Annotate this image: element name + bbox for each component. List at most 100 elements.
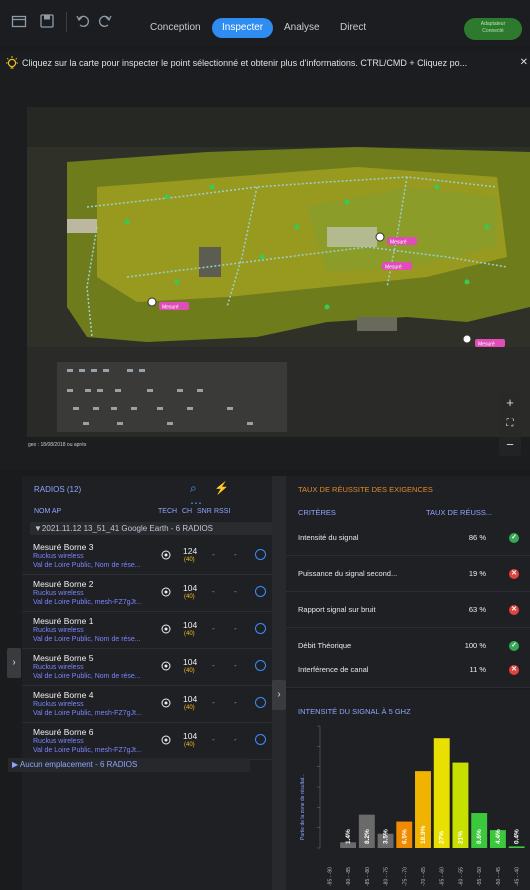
requirements-panel: TAUX DE RÉUSSITE DES EXIGENCES CRITÈRES … bbox=[286, 476, 530, 676]
criteria-value: 11 % bbox=[469, 665, 486, 674]
search-icon[interactable]: ⌕ bbox=[190, 481, 197, 495]
tab-analyse[interactable]: Analyse bbox=[284, 18, 320, 38]
status-line-2: Connecté bbox=[482, 28, 504, 34]
x-tick-label: -65 - -60 bbox=[440, 867, 446, 886]
no-location-group[interactable]: ▶ Aucun emplacement - 6 RADIOS bbox=[8, 758, 250, 772]
folder-icon[interactable] bbox=[10, 13, 28, 31]
list-item[interactable]: Mesuré Borne 2 Ruckus wireless Val de Lo… bbox=[22, 576, 272, 612]
close-icon[interactable]: ✕ bbox=[520, 52, 528, 74]
x-tick-label: -95 - -90 bbox=[327, 867, 333, 886]
radios-columns: NOM AP TECH CH SNR RSSI bbox=[22, 506, 272, 520]
zoom-in-icon[interactable]: + bbox=[499, 392, 521, 413]
ap-channel: 104 bbox=[183, 657, 198, 667]
ap-vendor: Ruckus wireless bbox=[33, 590, 84, 597]
criteria-label: Puissance du signal second... bbox=[298, 569, 398, 578]
list-item[interactable]: Mesuré Borne 1 Ruckus wireless Val de Lo… bbox=[22, 613, 272, 649]
ap-channel: 104 bbox=[183, 731, 198, 741]
check-icon: ✓ bbox=[509, 641, 519, 651]
x-tick-label: -70 - -65 bbox=[421, 867, 427, 886]
ap-channel-width: (40) bbox=[184, 631, 195, 637]
lightbulb-icon bbox=[6, 56, 18, 69]
ap-rssi: - bbox=[234, 587, 237, 596]
zoom-out-icon[interactable]: − bbox=[499, 434, 521, 455]
filter-icon[interactable]: ⚡ bbox=[214, 481, 229, 495]
ap-detail: Val de Loire Public, mesh-FZ7gJt... bbox=[33, 710, 142, 717]
tab-conception[interactable]: Conception bbox=[150, 18, 201, 38]
tab-inspecter[interactable]: Inspecter bbox=[212, 18, 274, 38]
collapse-left-handle[interactable]: › bbox=[7, 648, 21, 678]
info-icon[interactable] bbox=[255, 660, 266, 671]
col-tech[interactable]: TECH bbox=[158, 508, 177, 515]
table-row[interactable]: Rapport signal sur bruit 63 % ✕ bbox=[286, 592, 530, 628]
ap-detail: Val de Loire Public, mesh-FZ7gJt... bbox=[33, 599, 142, 606]
check-icon: ✓ bbox=[509, 533, 519, 543]
x-tick-label: -50 - -45 bbox=[496, 867, 502, 886]
col-snr[interactable]: SNR bbox=[197, 508, 212, 515]
redo-icon[interactable] bbox=[96, 13, 114, 31]
col-criteria[interactable]: CRITÈRES bbox=[298, 508, 336, 517]
list-item[interactable]: Mesuré Borne 6 Ruckus wireless Val de Lo… bbox=[22, 724, 272, 760]
list-item[interactable]: Mesuré Borne 5 Ruckus wireless Val de Lo… bbox=[22, 650, 272, 686]
chart-bar[interactable] bbox=[508, 846, 525, 848]
group-row[interactable]: ▼2021.11.12 13_51_41 Google Earth - 6 RA… bbox=[30, 522, 272, 535]
status-line-1: Adaptateur bbox=[480, 21, 506, 27]
ap-tag-2[interactable]: Mesuré bbox=[390, 240, 407, 246]
ap-vendor: Ruckus wireless bbox=[33, 664, 84, 671]
fit-view-icon[interactable]: ⛶ bbox=[499, 413, 521, 434]
bar-value-label: 18.9% bbox=[420, 825, 427, 844]
ap-detail: Val de Loire Public, Nom de rése... bbox=[33, 636, 141, 643]
ap-name: Mesuré Borne 5 bbox=[33, 653, 94, 663]
ap-rssi: - bbox=[234, 624, 237, 633]
wifi-tech-icon bbox=[161, 661, 171, 671]
undo-icon[interactable] bbox=[74, 13, 92, 31]
collapse-middle-handle[interactable]: › bbox=[272, 680, 286, 710]
table-row[interactable]: Intensité du signal 86 % ✓ bbox=[286, 520, 530, 556]
info-icon[interactable] bbox=[255, 586, 266, 597]
bar-value-label: 27% bbox=[439, 831, 446, 844]
bar-value-label: 1.4% bbox=[345, 829, 352, 844]
ap-tag-3[interactable]: Mesuré bbox=[385, 265, 402, 271]
table-row[interactable]: Puissance du signal second... 19 % ✕ bbox=[286, 556, 530, 592]
ap-vendor: Ruckus wireless bbox=[33, 701, 84, 708]
ap-channel: 104 bbox=[183, 620, 198, 630]
ap-rssi: - bbox=[234, 698, 237, 707]
x-tick-label: -55 - -50 bbox=[477, 867, 483, 886]
bar-value-label: 3.5% bbox=[383, 829, 390, 844]
ap-tag-4[interactable]: Mesuré bbox=[478, 342, 495, 348]
col-ch[interactable]: CH bbox=[182, 508, 192, 515]
criteria-value: 100 % bbox=[464, 641, 486, 650]
col-name[interactable]: NOM AP bbox=[34, 508, 61, 515]
table-row[interactable]: Interférence de canal 11 % ✕ bbox=[286, 652, 530, 688]
ap-snr: - bbox=[212, 661, 215, 670]
info-icon[interactable] bbox=[255, 734, 266, 745]
ap-rssi: - bbox=[234, 735, 237, 744]
list-item[interactable]: Mesuré Borne 3 Ruckus wireless Val de Lo… bbox=[22, 539, 272, 575]
signal-chart: Partie de la zone de résultat... -95 - -… bbox=[300, 725, 525, 886]
signal-chart-panel: INTENSITÉ DU SIGNAL À 5 GHZ Partie de la… bbox=[286, 690, 530, 890]
ap-channel-width: (40) bbox=[184, 594, 195, 600]
ap-name: Mesuré Borne 4 bbox=[33, 690, 94, 700]
radios-header: RADIOS (12) ⌕ ⚡ ⋯ bbox=[22, 476, 272, 510]
wifi-tech-icon bbox=[161, 550, 171, 560]
satellite-map[interactable]: Mesuré Mesuré Mesuré Mesuré bbox=[27, 107, 530, 437]
ap-detail: Val de Loire Public, Nom de rése... bbox=[33, 673, 141, 680]
ap-vendor: Ruckus wireless bbox=[33, 553, 84, 560]
ap-snr: - bbox=[212, 735, 215, 744]
tab-direct[interactable]: Direct bbox=[340, 18, 366, 38]
x-tick-label: -90 - -85 bbox=[346, 867, 352, 886]
col-rssi[interactable]: RSSI bbox=[214, 508, 230, 515]
save-icon[interactable] bbox=[38, 13, 56, 31]
col-rate[interactable]: TAUX DE RÉUSS... bbox=[426, 508, 492, 517]
bar-value-label: 6.5% bbox=[401, 829, 408, 844]
info-icon[interactable] bbox=[255, 623, 266, 634]
ap-snr: - bbox=[212, 624, 215, 633]
ap-tag-1[interactable]: Mesuré bbox=[162, 305, 179, 311]
adapter-status-button[interactable]: Adaptateur Connecté bbox=[464, 18, 522, 40]
list-item[interactable]: Mesuré Borne 4 Ruckus wireless Val de Lo… bbox=[22, 687, 272, 723]
x-tick-label: -85 - -80 bbox=[365, 867, 371, 886]
ap-channel-width: (40) bbox=[184, 742, 195, 748]
info-icon[interactable] bbox=[255, 697, 266, 708]
info-icon[interactable] bbox=[255, 549, 266, 560]
radios-panel: RADIOS (12) ⌕ ⚡ ⋯ NOM AP TECH CH SNR RSS… bbox=[22, 476, 272, 890]
ap-channel: 104 bbox=[183, 583, 198, 593]
